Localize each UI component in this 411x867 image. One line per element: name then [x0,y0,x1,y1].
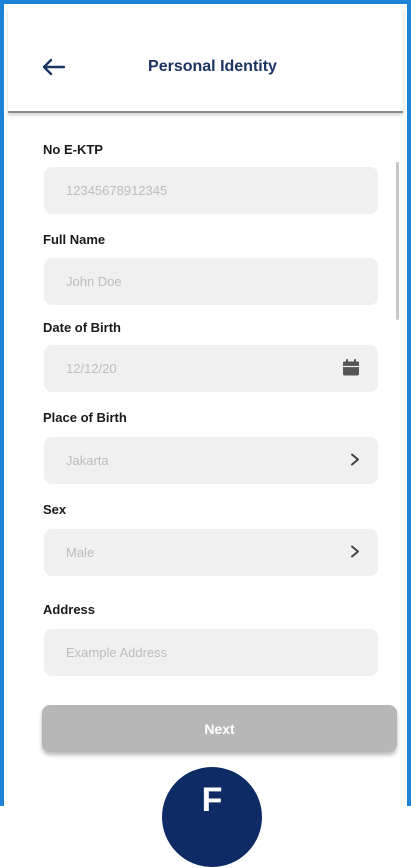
address-input[interactable]: Example Address [44,629,378,676]
app-frame: Personal Identity No E-KTP 1234567891234… [0,0,411,867]
scrollbar[interactable] [396,162,399,320]
full-name-input[interactable]: John Doe [44,258,378,305]
chevron-right-icon [350,544,360,561]
date-of-birth-label: Date of Birth [43,320,121,335]
next-button[interactable]: Next [42,705,397,752]
place-of-birth-label: Place of Birth [43,410,127,425]
full-name-placeholder: John Doe [66,274,122,289]
calendar-icon [342,358,360,379]
full-name-label: Full Name [43,232,106,247]
place-of-birth-select[interactable]: Jakarta [44,437,378,484]
ktp-label: No E-KTP [43,142,103,157]
sex-label: Sex [43,502,67,517]
ktp-input[interactable]: 12345678912345 [44,167,378,214]
date-of-birth-value: 12/12/20 [66,361,117,376]
sex-select[interactable]: Male [44,529,378,576]
page-title: Personal Identity [148,58,277,75]
ktp-placeholder: 12345678912345 [66,183,168,198]
app-header: Personal Identity [8,8,403,113]
chevron-right-icon [350,452,360,469]
address-placeholder: Example Address [66,645,168,660]
place-of-birth-value: Jakarta [66,453,109,468]
address-label: Address [43,602,96,617]
date-of-birth-picker[interactable]: 12/12/20 [44,345,378,392]
sex-value: Male [66,545,95,560]
step-badge: F [162,767,262,867]
